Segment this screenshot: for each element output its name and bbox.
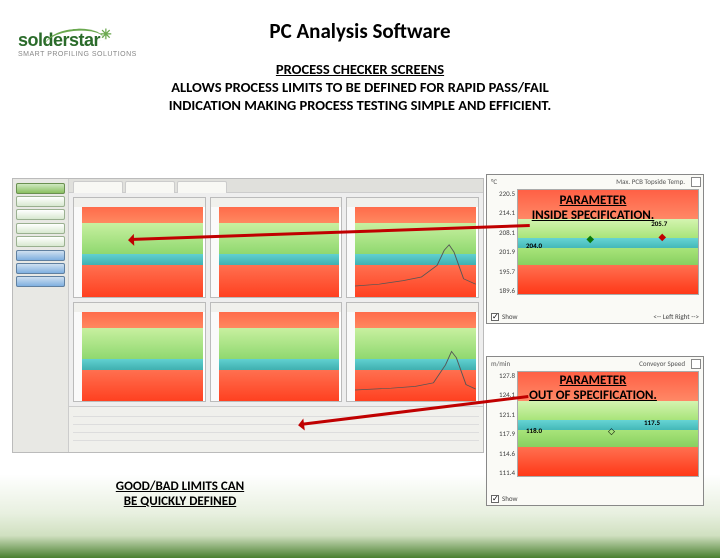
screenshot-tab xyxy=(73,181,123,193)
chart-grid xyxy=(69,193,483,406)
maximize-icon xyxy=(691,177,701,187)
show-checkbox[interactable] xyxy=(491,495,499,503)
midline-value: 204.0 xyxy=(526,241,542,250)
panel-footer-left: Show xyxy=(491,494,518,503)
page-description: ALLOWS PROCESS LIMITS TO BE DEFINED FOR … xyxy=(70,78,650,114)
show-label: Show xyxy=(502,494,518,503)
data-point-pass-icon: ◆ xyxy=(586,232,594,245)
screenshot-sidebar xyxy=(13,179,69,452)
panel-header xyxy=(347,198,478,207)
profile-trace xyxy=(355,347,476,392)
desc-line1: ALLOWS PROCESS LIMITS TO BE DEFINED FOR … xyxy=(171,78,549,96)
sidebar-button xyxy=(16,250,65,261)
sidebar-button xyxy=(16,236,65,247)
panel-unit: m/min xyxy=(491,359,510,368)
panel-header xyxy=(74,303,205,312)
panel-footer-nav: <-- Left Right --> xyxy=(653,312,699,321)
show-checkbox[interactable] xyxy=(491,313,499,321)
panel-footer-left: Show xyxy=(491,312,518,321)
chart-panel xyxy=(210,302,343,403)
screenshot-main xyxy=(69,179,483,452)
annot-line: INSIDE SPECIFICATION. xyxy=(532,208,655,223)
panel-title: Max. PCB Topside Temp. xyxy=(616,177,685,186)
sidebar-button xyxy=(16,183,65,194)
panel-header xyxy=(74,198,205,207)
chart-panel xyxy=(346,197,479,298)
ytick: 117.9 xyxy=(489,429,515,438)
screenshot-tab xyxy=(177,181,227,193)
marker-value: 117.5 xyxy=(644,418,660,427)
brand-logo: solderstar✳ SMART PROFILING SOLUTIONS xyxy=(18,26,137,58)
screenshot-tabs xyxy=(69,179,483,193)
desc-line2: INDICATION MAKING PROCESS TESTING SIMPLE… xyxy=(169,96,551,114)
panel-header xyxy=(347,303,478,312)
ytick: 189.6 xyxy=(489,286,515,295)
chart-panel xyxy=(346,302,479,403)
screenshot-footer xyxy=(69,406,483,452)
sidebar-button xyxy=(16,209,65,220)
annotation-inside-spec: PARAMETER INSIDE SPECIFICATION. xyxy=(508,194,678,224)
annot-line: OUT OF SPECIFICATION. xyxy=(529,388,657,403)
chart-panel xyxy=(210,197,343,298)
sidebar-button xyxy=(16,223,65,234)
profile-trace xyxy=(355,243,476,288)
sidebar-button xyxy=(16,263,65,274)
annotation-out-of-spec: PARAMETER OUT OF SPECIFICATION. xyxy=(508,374,678,404)
annot-line: GOOD/BAD LIMITS CAN xyxy=(116,479,244,494)
maximize-icon xyxy=(691,359,701,369)
ytick: 121.1 xyxy=(489,410,515,419)
panel-title: Conveyor Speed xyxy=(639,359,685,368)
midline-value: 118.0 xyxy=(526,426,542,435)
software-screenshot xyxy=(12,178,484,453)
chart-panel xyxy=(73,197,206,298)
page-subtitle: PROCESS CHECKER SCREENS xyxy=(0,60,720,78)
annot-line: PARAMETER xyxy=(560,193,627,208)
data-point-icon: ◇ xyxy=(608,426,615,437)
annot-line: PARAMETER xyxy=(560,373,627,388)
panel-header xyxy=(211,198,342,207)
panel-header xyxy=(211,303,342,312)
annotation-limits: GOOD/BAD LIMITS CAN BE QUICKLY DEFINED xyxy=(80,480,280,510)
annot-line: BE QUICKLY DEFINED xyxy=(124,494,237,509)
screenshot-tab xyxy=(125,181,175,193)
ytick: 111.4 xyxy=(489,468,515,477)
ytick: 201.9 xyxy=(489,247,515,256)
data-point-fail-icon: ◆ xyxy=(658,230,666,243)
panel-unit: °C xyxy=(491,177,497,186)
show-label: Show xyxy=(502,312,518,321)
ytick: 208.1 xyxy=(489,228,515,237)
logo-tagline: SMART PROFILING SOLUTIONS xyxy=(18,51,137,58)
sidebar-button xyxy=(16,196,65,207)
chart-panel xyxy=(73,302,206,403)
ytick: 195.7 xyxy=(489,267,515,276)
ytick: 114.6 xyxy=(489,449,515,458)
sidebar-button xyxy=(16,276,65,287)
